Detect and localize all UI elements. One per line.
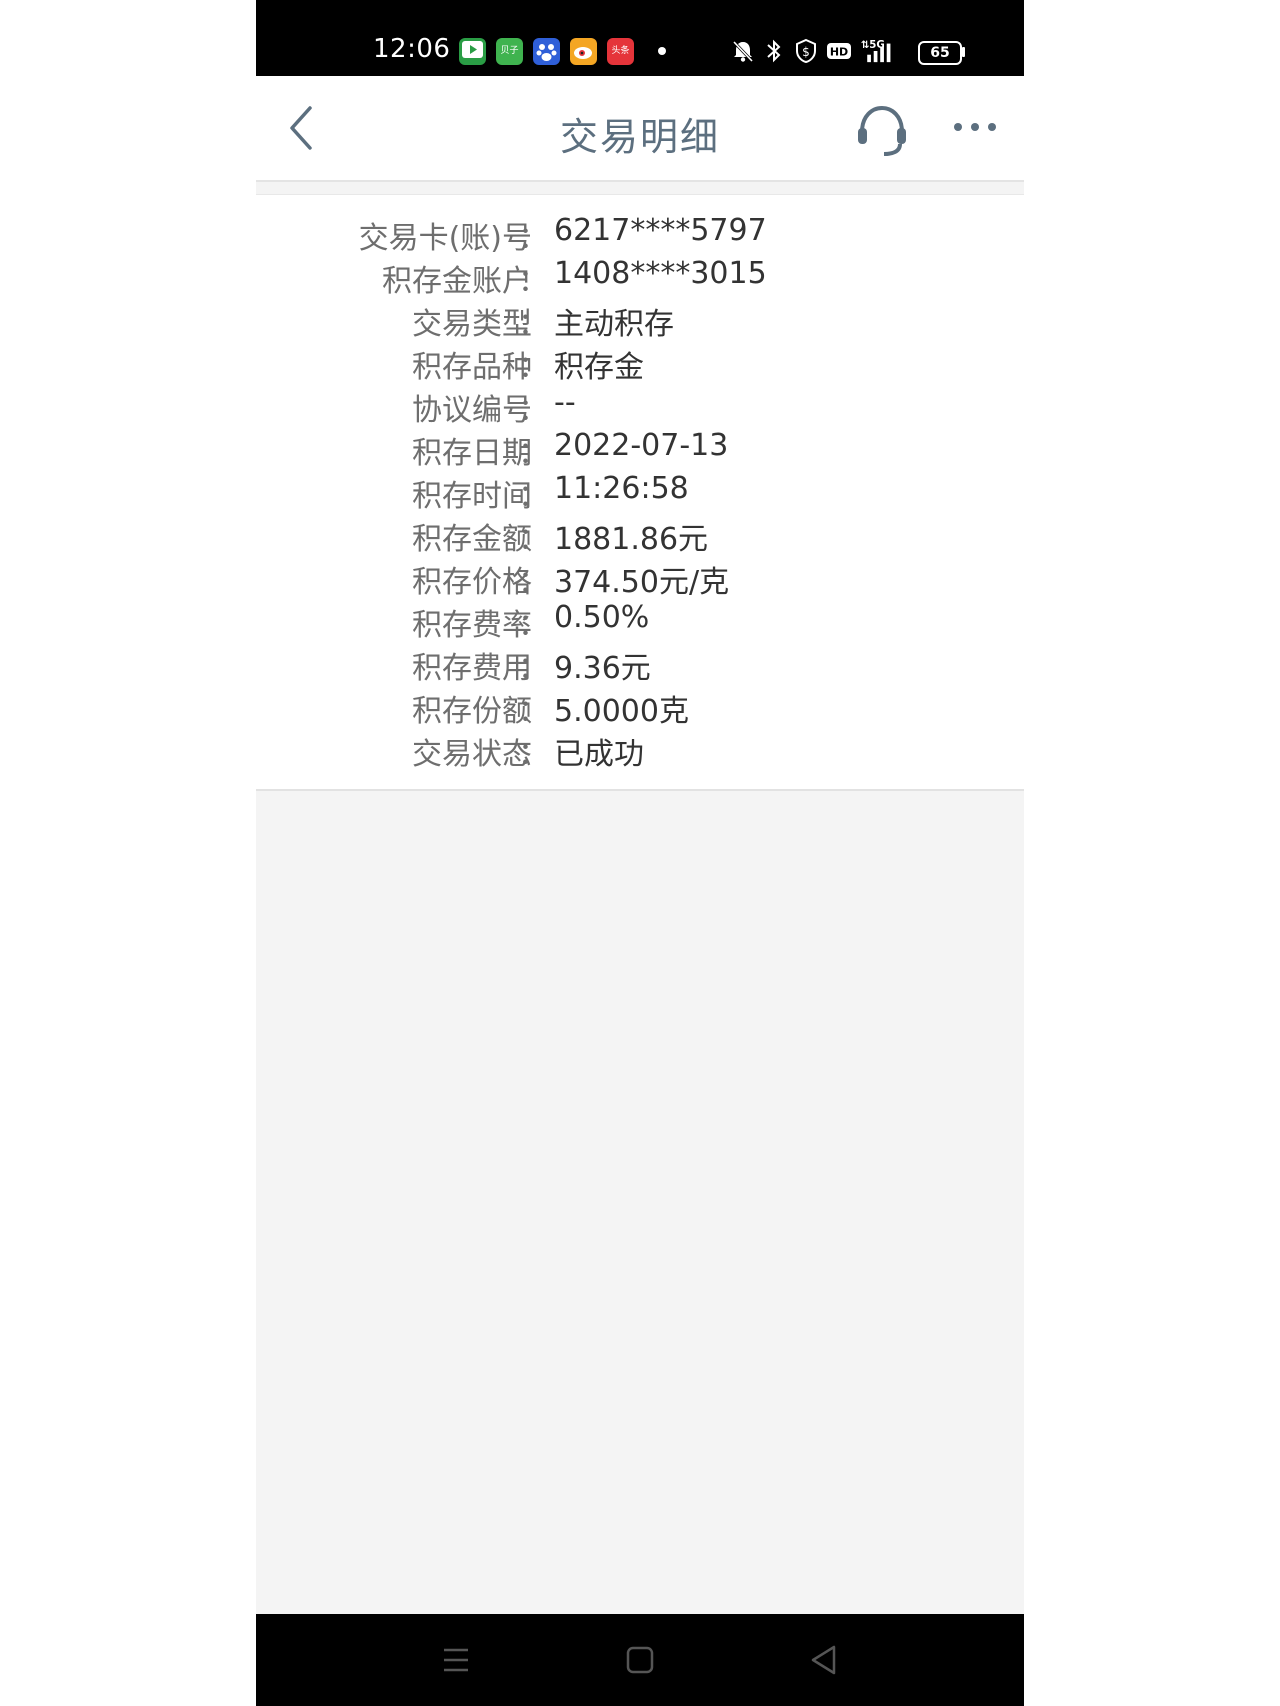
detail-value: 积存金 bbox=[554, 350, 644, 385]
status-bar: 12:06 贝子 头条 $ HD ⇅5G 65 bbox=[256, 0, 1024, 76]
toutiao-app-icon: 头条 bbox=[607, 38, 634, 65]
detail-colon: ： bbox=[518, 651, 548, 686]
detail-label: 积存时间 bbox=[412, 479, 532, 514]
detail-value: 6217****5797 bbox=[554, 213, 767, 248]
triangle-back-icon bbox=[811, 1645, 836, 1675]
detail-value: 374.50元/克 bbox=[554, 565, 730, 600]
ellipsis-icon bbox=[954, 123, 996, 131]
detail-colon: ： bbox=[518, 350, 548, 385]
home-button[interactable] bbox=[618, 1638, 662, 1682]
detail-label: 交易状态 bbox=[412, 737, 532, 772]
detail-value: 5.0000克 bbox=[554, 694, 689, 729]
headset-icon bbox=[858, 105, 906, 156]
detail-colon: ： bbox=[518, 436, 548, 471]
square-icon bbox=[626, 1646, 654, 1674]
system-nav-bar bbox=[256, 1614, 1024, 1706]
baidu-app-icon bbox=[533, 38, 560, 65]
detail-label: 积存日期 bbox=[412, 436, 532, 471]
detail-row-price: 积存价格 ： 374.50元/克 bbox=[256, 557, 1024, 600]
detail-label: 积存费率 bbox=[412, 608, 532, 643]
video-app-icon bbox=[459, 38, 486, 65]
detail-row-amount: 积存金额 ： 1881.86元 bbox=[256, 514, 1024, 557]
signal-5g-icon: ⇅5G bbox=[861, 40, 891, 63]
detail-row-product: 积存品种 ： 积存金 bbox=[256, 342, 1024, 385]
shield-dollar-icon: $ bbox=[796, 38, 816, 64]
detail-value: 1881.86元 bbox=[554, 522, 709, 557]
detail-value: 11:26:58 bbox=[554, 471, 689, 506]
detail-value: 9.36元 bbox=[554, 651, 651, 686]
beizi-app-icon: 贝子 bbox=[496, 38, 523, 65]
detail-label: 积存金账户 bbox=[382, 264, 532, 299]
battery-tip bbox=[962, 47, 965, 57]
detail-label: 交易卡(账)号 bbox=[358, 221, 532, 256]
phone-screen: 12:06 贝子 头条 $ HD ⇅5G 65 交易明细 交易卡(账)号 ： 6… bbox=[256, 0, 1024, 1706]
header-bar: 交易明细 bbox=[256, 76, 1024, 182]
detail-label: 协议编号 bbox=[412, 393, 532, 428]
detail-value: 已成功 bbox=[554, 737, 644, 772]
detail-row-fee: 积存费用 ： 9.36元 bbox=[256, 643, 1024, 686]
detail-row-card-number: 交易卡(账)号 ： 6217****5797 bbox=[256, 213, 1024, 256]
detail-colon: ： bbox=[518, 264, 548, 299]
hd-icon: HD bbox=[827, 43, 851, 59]
detail-value: 0.50% bbox=[554, 600, 650, 635]
detail-colon: ： bbox=[518, 694, 548, 729]
detail-colon: ： bbox=[518, 565, 548, 600]
detail-value: -- bbox=[554, 385, 576, 420]
customer-service-button[interactable] bbox=[854, 102, 910, 158]
detail-row-fee-rate: 积存费率 ： 0.50% bbox=[256, 600, 1024, 643]
detail-row-account: 积存金账户 ： 1408****3015 bbox=[256, 256, 1024, 299]
toutiao-app-label: 头条 bbox=[611, 46, 630, 56]
detail-label: 积存金额 bbox=[412, 522, 532, 557]
battery-icon: 65 bbox=[918, 41, 962, 65]
weibo-app-icon bbox=[570, 38, 597, 65]
mute-icon bbox=[732, 40, 754, 63]
detail-label: 交易类型 bbox=[412, 307, 532, 342]
svg-text:$: $ bbox=[802, 45, 810, 59]
detail-label: 积存价格 bbox=[412, 565, 532, 600]
transaction-details: 交易卡(账)号 ： 6217****5797 积存金账户 ： 1408****3… bbox=[256, 194, 1024, 791]
notification-dot-icon bbox=[658, 47, 666, 55]
recent-apps-button[interactable] bbox=[434, 1638, 478, 1682]
detail-row-date: 积存日期 ： 2022-07-13 bbox=[256, 428, 1024, 471]
more-options-button[interactable] bbox=[950, 112, 1000, 142]
detail-row-share: 积存份额 ： 5.0000克 bbox=[256, 686, 1024, 729]
detail-row-agreement: 协议编号 ： -- bbox=[256, 385, 1024, 428]
svg-text:HD: HD bbox=[830, 46, 848, 59]
system-back-button[interactable] bbox=[802, 1638, 846, 1682]
status-time: 12:06 bbox=[373, 34, 451, 64]
detail-label: 积存品种 bbox=[412, 350, 532, 385]
detail-colon: ： bbox=[518, 737, 548, 772]
detail-row-status: 交易状态 ： 已成功 bbox=[256, 729, 1024, 772]
detail-colon: ： bbox=[518, 522, 548, 557]
detail-colon: ： bbox=[518, 608, 548, 643]
detail-colon: ： bbox=[518, 221, 548, 256]
detail-row-time: 积存时间 ： 11:26:58 bbox=[256, 471, 1024, 514]
detail-colon: ： bbox=[518, 307, 548, 342]
detail-label: 积存费用 bbox=[412, 651, 532, 686]
detail-colon: ： bbox=[518, 479, 548, 514]
detail-label: 积存份额 bbox=[412, 694, 532, 729]
bluetooth-icon bbox=[767, 39, 781, 63]
detail-value: 主动积存 bbox=[554, 307, 674, 342]
detail-colon: ： bbox=[518, 393, 548, 428]
menu-lines-icon bbox=[444, 1648, 468, 1672]
detail-row-type: 交易类型 ： 主动积存 bbox=[256, 299, 1024, 342]
beizi-app-label: 贝子 bbox=[500, 46, 519, 56]
detail-value: 1408****3015 bbox=[554, 256, 767, 291]
detail-value: 2022-07-13 bbox=[554, 428, 729, 463]
